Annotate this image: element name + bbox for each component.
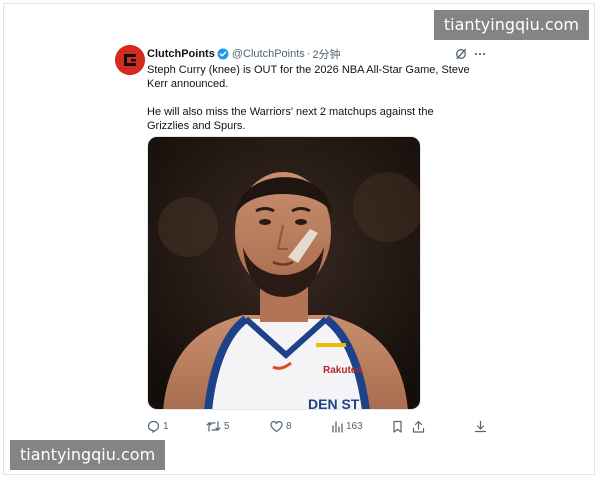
- repost-button[interactable]: 5: [206, 418, 230, 434]
- watermark-top: tiantyingqiu.com: [433, 10, 589, 40]
- post-header: ClutchPoints @ClutchPoints · 2分钟: [147, 46, 341, 62]
- post-text: Steph Curry (knee) is OUT for the 2026 N…: [147, 63, 477, 133]
- author-avatar[interactable]: [115, 45, 145, 75]
- sponsor-logo-text: Rakuten: [323, 365, 362, 376]
- jersey-text: DEN ST: [308, 396, 360, 410]
- like-icon: [270, 420, 283, 433]
- clutchpoints-logo-icon: [115, 45, 145, 75]
- reply-button[interactable]: 1: [147, 418, 169, 434]
- views-icon: [331, 420, 343, 433]
- like-count: 8: [286, 420, 292, 432]
- download-button[interactable]: [474, 418, 487, 434]
- reply-count: 1: [163, 420, 169, 432]
- verified-badge-icon: [217, 48, 229, 60]
- post-text-line-1: Steph Curry (knee) is OUT for the 2026 N…: [147, 64, 470, 90]
- share-button[interactable]: [412, 418, 425, 434]
- author-name[interactable]: ClutchPoints: [147, 48, 215, 60]
- views-count: 163: [346, 420, 363, 432]
- post-actions-bar: 1 5 8 163: [0, 418, 600, 434]
- post-time[interactable]: 2分钟: [312, 46, 340, 62]
- player-photo: Rakuten DEN ST: [148, 137, 420, 410]
- like-button[interactable]: 8: [270, 418, 292, 434]
- post-media-image[interactable]: Rakuten DEN ST: [147, 136, 421, 410]
- download-icon: [474, 420, 487, 433]
- bookmark-icon: [392, 420, 403, 433]
- meta-separator: ·: [306, 48, 311, 60]
- watermark-bottom: tiantyingqiu.com: [10, 440, 166, 470]
- views-button[interactable]: 163: [331, 418, 363, 434]
- repost-count: 5: [224, 420, 230, 432]
- author-handle[interactable]: @ClutchPoints: [232, 48, 305, 60]
- bookmark-button[interactable]: [392, 418, 403, 434]
- reply-icon: [147, 420, 160, 433]
- share-icon: [412, 420, 425, 433]
- post-text-line-2: He will also miss the Warriors' next 2 m…: [147, 106, 434, 132]
- repost-icon: [206, 420, 221, 433]
